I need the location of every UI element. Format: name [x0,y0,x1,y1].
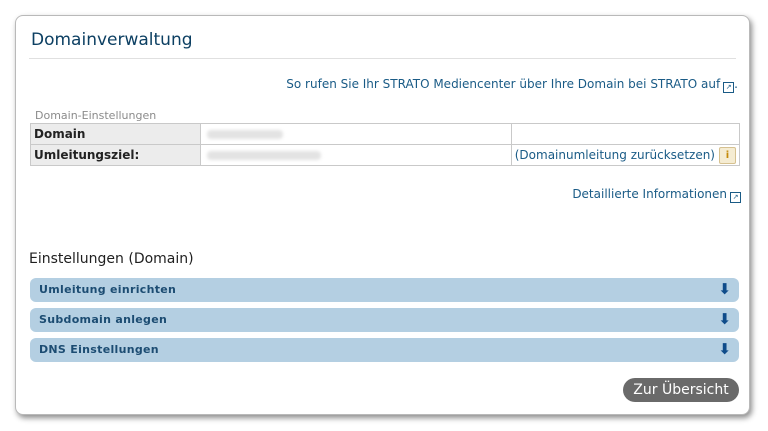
settings-section-title: Einstellungen (Domain) [29,251,194,267]
domain-label: Domain [30,123,201,145]
domain-value [199,123,512,145]
table-row: Domain [30,123,741,145]
domain-settings-table: Domain Umleitungsziel: (Domainumleitung … [30,123,741,166]
mediencenter-link-row: So rufen Sie Ihr STRATO Mediencenter übe… [286,77,738,93]
overview-button[interactable]: Zur Übersicht [623,378,739,402]
accordion-label: DNS Einstellungen [39,343,159,356]
accordion-label: Subdomain anlegen [39,313,168,326]
external-link-icon[interactable]: ↗ [730,192,741,203]
accordion-dns-settings[interactable]: DNS Einstellungen ⬇ [30,338,739,362]
reset-redirect-cell: (Domainumleitung zurücksetzen) i [510,144,741,166]
domain-management-panel: Domainverwaltung So rufen Sie Ihr STRATO… [15,15,750,415]
info-icon[interactable]: i [719,146,736,164]
title-divider [29,58,736,59]
redirect-target-label: Umleitungsziel: [30,144,201,166]
reset-redirect-link[interactable]: (Domainumleitung zurücksetzen) [515,148,715,162]
page-title: Domainverwaltung [31,30,193,50]
details-link-row: Detaillierte Informationen ↗ [572,187,741,203]
redacted-domain [206,130,283,139]
mediencenter-link-suffix: . [734,77,738,91]
table-row: Umleitungsziel: (Domainumleitung zurücks… [30,144,741,166]
external-link-icon[interactable]: ↗ [723,82,735,93]
mediencenter-link[interactable]: So rufen Sie Ihr STRATO Mediencenter übe… [286,77,720,91]
accordion-label: Umleitung einrichten [39,283,177,296]
accordion-redirect-setup[interactable]: Umleitung einrichten ⬇ [30,278,739,302]
domain-settings-legend: Domain-Einstellungen [35,109,157,122]
redacted-redirect-target [206,151,321,160]
arrow-down-icon[interactable]: ⬇ [718,342,731,357]
arrow-down-icon[interactable]: ⬇ [718,312,731,327]
domain-action-cell [510,123,741,145]
accordion-subdomain-create[interactable]: Subdomain anlegen ⬇ [30,308,739,332]
redirect-target-value [199,144,512,166]
details-link[interactable]: Detaillierte Informationen [572,187,727,201]
arrow-down-icon[interactable]: ⬇ [718,282,731,297]
